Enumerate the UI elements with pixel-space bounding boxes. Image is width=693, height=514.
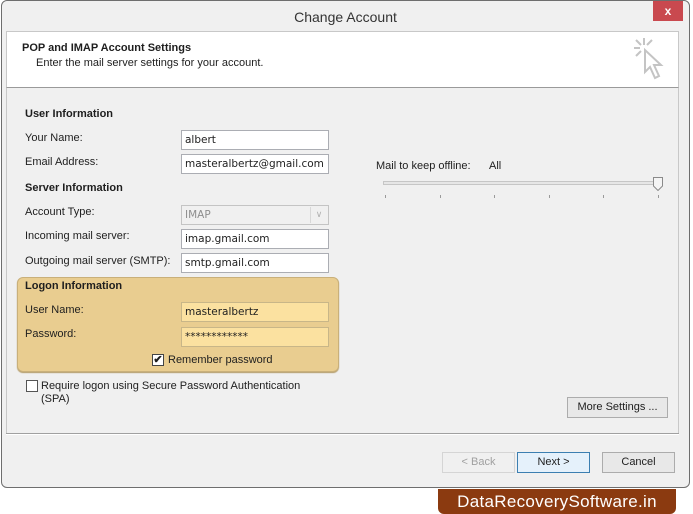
title-bar[interactable]: Change Account x <box>2 1 689 32</box>
spa-checkbox[interactable] <box>26 380 38 392</box>
outgoing-server-label: Outgoing mail server (SMTP): <box>25 255 171 267</box>
slider-tick <box>658 195 659 198</box>
window-title: Change Account <box>294 9 397 25</box>
close-icon: x <box>664 4 672 18</box>
next-button[interactable]: Next > <box>517 452 590 473</box>
your-name-input[interactable]: albert <box>181 130 329 150</box>
account-type-value: IMAP <box>185 209 211 221</box>
checkmark-icon: ✔ <box>153 354 163 366</box>
account-type-select: IMAP ∨ <box>181 205 329 225</box>
cancel-button[interactable]: Cancel <box>602 452 675 473</box>
account-type-label: Account Type: <box>25 206 95 218</box>
more-settings-button[interactable]: More Settings ... <box>567 397 668 418</box>
slider-tick <box>603 195 605 198</box>
user-info-heading: User Information <box>25 108 114 120</box>
username-label: User Name: <box>25 304 84 316</box>
offline-label: Mail to keep offline: <box>376 160 471 172</box>
back-button[interactable]: < Back <box>442 452 515 473</box>
remember-password-label[interactable]: Remember password <box>168 354 273 366</box>
outgoing-server-input[interactable]: smtp.gmail.com <box>181 253 329 273</box>
offline-value: All <box>489 160 502 172</box>
email-address-input[interactable]: masteralbertz@gmail.com <box>181 154 329 174</box>
server-info-heading: Server Information <box>25 182 123 194</box>
slider-tick <box>439 195 441 198</box>
header-subtitle: Enter the mail server settings for your … <box>36 57 264 69</box>
email-address-label: Email Address: <box>25 156 99 168</box>
chevron-down-icon: ∨ <box>310 207 327 223</box>
slider-tick <box>548 195 550 198</box>
slider-tick <box>494 195 496 198</box>
cursor-click-icon <box>634 38 664 80</box>
footer-divider-highlight <box>6 434 679 435</box>
logon-info-heading: Logon Information <box>25 280 123 292</box>
password-input[interactable]: ************ <box>181 327 329 347</box>
spa-label-line2[interactable]: (SPA) <box>41 393 70 405</box>
close-button[interactable]: x <box>653 1 683 21</box>
incoming-server-label: Incoming mail server: <box>25 230 130 242</box>
offline-slider-thumb[interactable] <box>653 177 663 191</box>
your-name-label: Your Name: <box>25 132 83 144</box>
dialog-header: POP and IMAP Account Settings Enter the … <box>6 31 679 88</box>
slider-tick <box>385 195 386 198</box>
incoming-server-input[interactable]: imap.gmail.com <box>181 229 329 249</box>
remember-password-checkbox[interactable]: ✔ <box>152 354 164 366</box>
watermark-brand: DataRecoverySoftware.in <box>438 489 676 514</box>
offline-slider-track[interactable] <box>383 181 659 185</box>
spa-label-line1[interactable]: Require logon using Secure Password Auth… <box>41 380 300 392</box>
username-input[interactable]: masteralbertz <box>181 302 329 322</box>
header-title: POP and IMAP Account Settings <box>22 42 192 54</box>
password-label: Password: <box>25 328 77 340</box>
